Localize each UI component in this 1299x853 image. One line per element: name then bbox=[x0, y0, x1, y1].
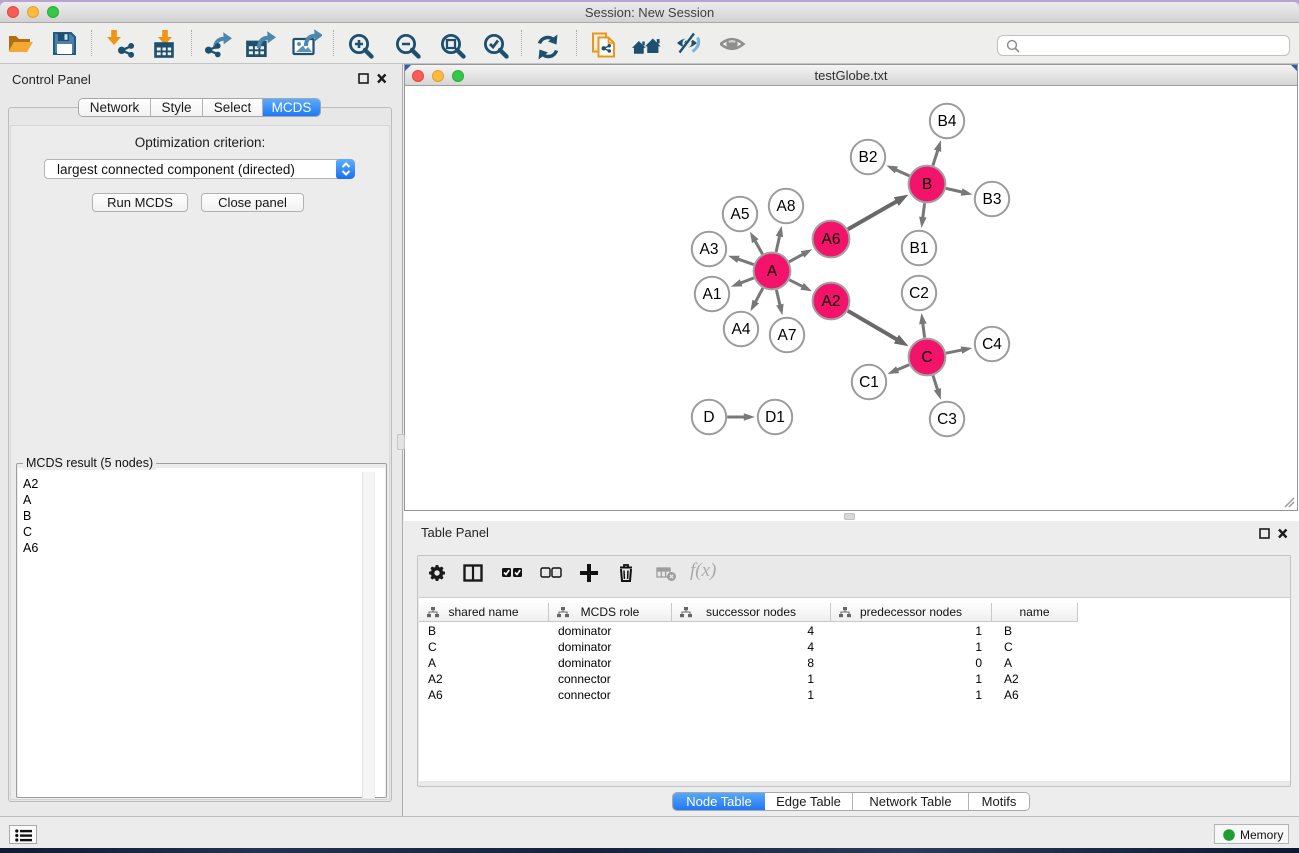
svg-text:C3: C3 bbox=[937, 411, 957, 428]
svg-text:B1: B1 bbox=[910, 240, 929, 257]
svg-text:B2: B2 bbox=[859, 149, 878, 166]
svg-text:A5: A5 bbox=[731, 206, 750, 223]
svg-text:A1: A1 bbox=[703, 286, 722, 303]
svg-text:D1: D1 bbox=[765, 409, 785, 426]
svg-text:A7: A7 bbox=[778, 327, 797, 344]
svg-text:C: C bbox=[921, 349, 932, 366]
svg-text:A4: A4 bbox=[732, 321, 751, 338]
svg-text:C2: C2 bbox=[909, 285, 929, 302]
svg-text:D: D bbox=[703, 409, 714, 426]
svg-text:B: B bbox=[922, 176, 932, 193]
svg-text:C4: C4 bbox=[982, 336, 1002, 353]
svg-text:B4: B4 bbox=[938, 113, 957, 130]
svg-text:A2: A2 bbox=[822, 293, 841, 310]
svg-text:A: A bbox=[767, 263, 778, 280]
svg-text:B3: B3 bbox=[983, 191, 1002, 208]
svg-text:C1: C1 bbox=[859, 374, 879, 391]
svg-text:A3: A3 bbox=[700, 241, 719, 258]
svg-text:A8: A8 bbox=[777, 198, 796, 215]
svg-text:A6: A6 bbox=[822, 231, 841, 248]
